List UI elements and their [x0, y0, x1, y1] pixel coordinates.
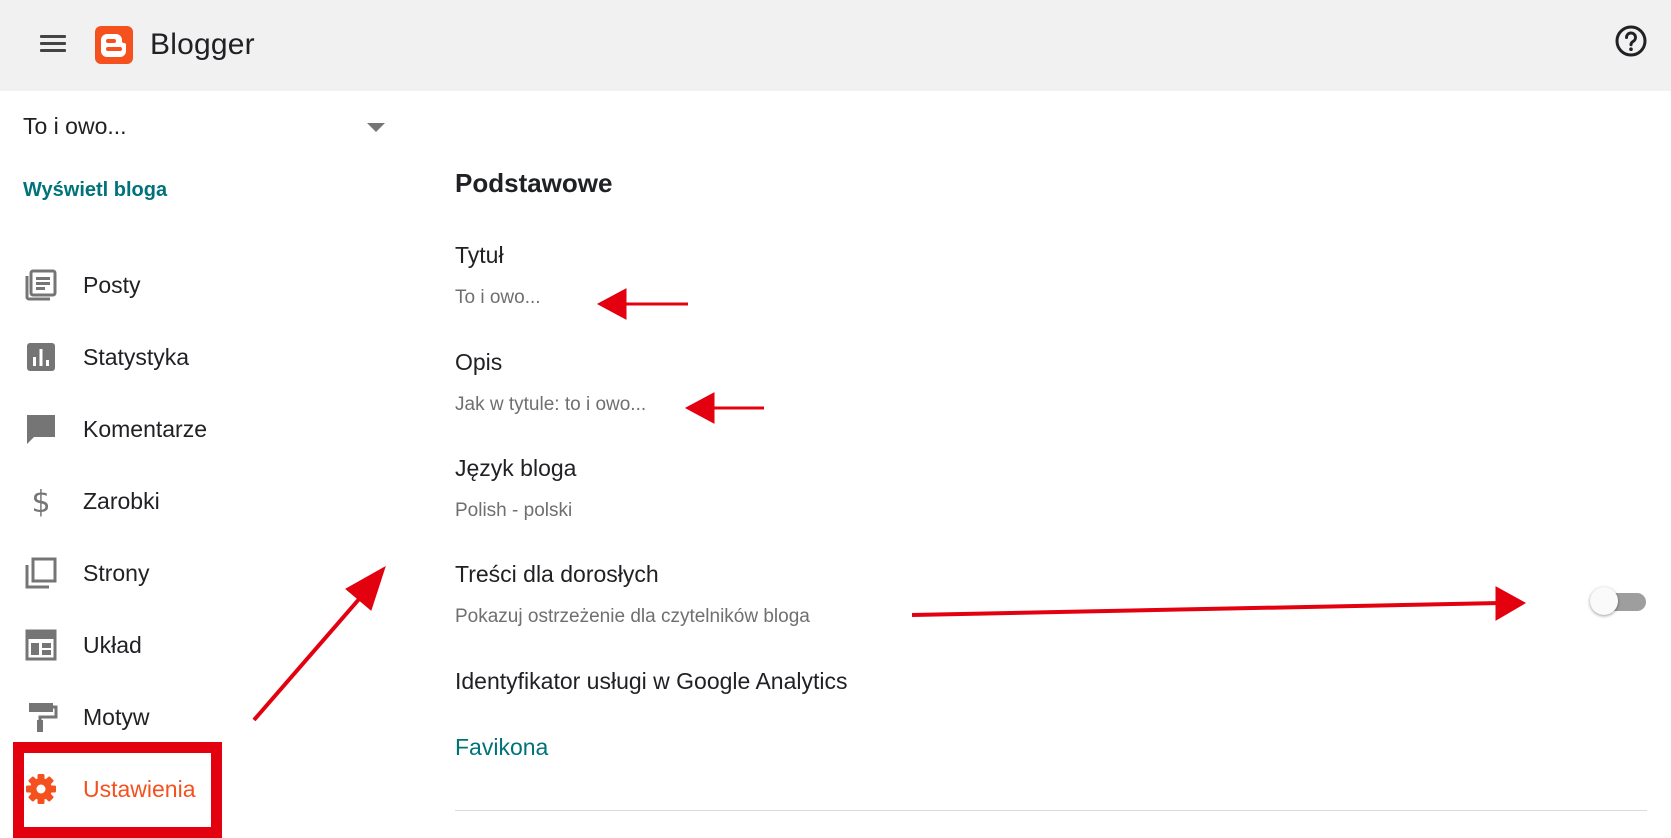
setting-value: Jak w tytule: to i owo... [455, 394, 647, 415]
sidebar-item-label: Ustawienia [83, 776, 196, 802]
svg-text:$: $ [31, 485, 50, 518]
help-circle-icon[interactable] [1614, 24, 1648, 58]
sidebar-item-label: Komentarze [83, 416, 208, 442]
setting-label: Treści dla dorosłych [455, 561, 659, 587]
setting-label: Język bloga [455, 455, 577, 481]
sidebar-item-theme[interactable]: Motyw [0, 686, 400, 748]
setting-label: Identyfikator usługi w Google Analytics [455, 668, 848, 694]
comment-icon [27, 415, 55, 444]
selected-blog-name: To i owo... [23, 113, 127, 139]
setting-label: Tytuł [455, 242, 504, 268]
dropdown-arrow-icon [367, 123, 385, 132]
blogger-logo-icon[interactable] [95, 26, 133, 64]
posts-icon [25, 269, 57, 301]
setting-blog-language[interactable]: Język bloga Polish - polski [455, 455, 1655, 522]
sidebar-item-label: Strony [83, 560, 150, 586]
stats-icon [27, 343, 55, 371]
setting-label: Opis [455, 349, 503, 375]
layout-icon [25, 629, 57, 661]
pages-icon [25, 557, 57, 589]
sidebar-item-label: Zarobki [83, 488, 160, 514]
sidebar-item-label: Statystyka [83, 344, 190, 370]
setting-adult-content[interactable]: Treści dla dorosłych Pokazuj ostrzeżenie… [455, 561, 1555, 628]
sidebar-item-settings[interactable]: Ustawienia [0, 758, 400, 820]
blog-selector-dropdown[interactable]: To i owo... [23, 108, 385, 148]
sidebar-item-label: Układ [83, 632, 142, 658]
gear-icon [26, 774, 56, 804]
sidebar-item-earnings[interactable]: $ Zarobki [0, 470, 400, 532]
setting-value: Polish - polski [455, 500, 573, 521]
favicon-link[interactable]: Favikona [455, 734, 548, 761]
sidebar-item-label: Posty [83, 272, 141, 298]
sidebar-item-pages[interactable]: Strony [0, 542, 400, 604]
view-blog-link[interactable]: Wyświetl bloga [23, 179, 167, 202]
setting-description[interactable]: Opis Jak w tytule: to i owo... [455, 349, 1655, 416]
sidebar-item-comments[interactable]: Komentarze [0, 398, 400, 460]
sidebar-item-layout[interactable]: Układ [0, 614, 400, 676]
adult-content-toggle[interactable] [1590, 586, 1648, 616]
setting-value: To i owo... [455, 287, 541, 308]
setting-google-analytics[interactable]: Identyfikator usługi w Google Analytics [455, 668, 1655, 695]
sidebar-item-posts[interactable]: Posty [0, 254, 400, 316]
setting-title[interactable]: Tytuł To i owo... [455, 242, 1655, 309]
app-name: Blogger [150, 28, 255, 61]
sidebar-item-label: Motyw [83, 704, 150, 730]
dollar-icon: $ [31, 485, 50, 518]
hamburger-menu-icon[interactable] [36, 30, 70, 58]
section-title: Podstawowe [455, 168, 613, 198]
sidebar-item-stats[interactable]: Statystyka [0, 326, 400, 388]
divider [455, 810, 1647, 811]
setting-value: Pokazuj ostrzeżenie dla czytelników blog… [455, 606, 810, 627]
theme-roller-icon [29, 703, 58, 732]
top-app-bar: Blogger [0, 0, 1671, 91]
toggle-thumb [1590, 587, 1618, 615]
